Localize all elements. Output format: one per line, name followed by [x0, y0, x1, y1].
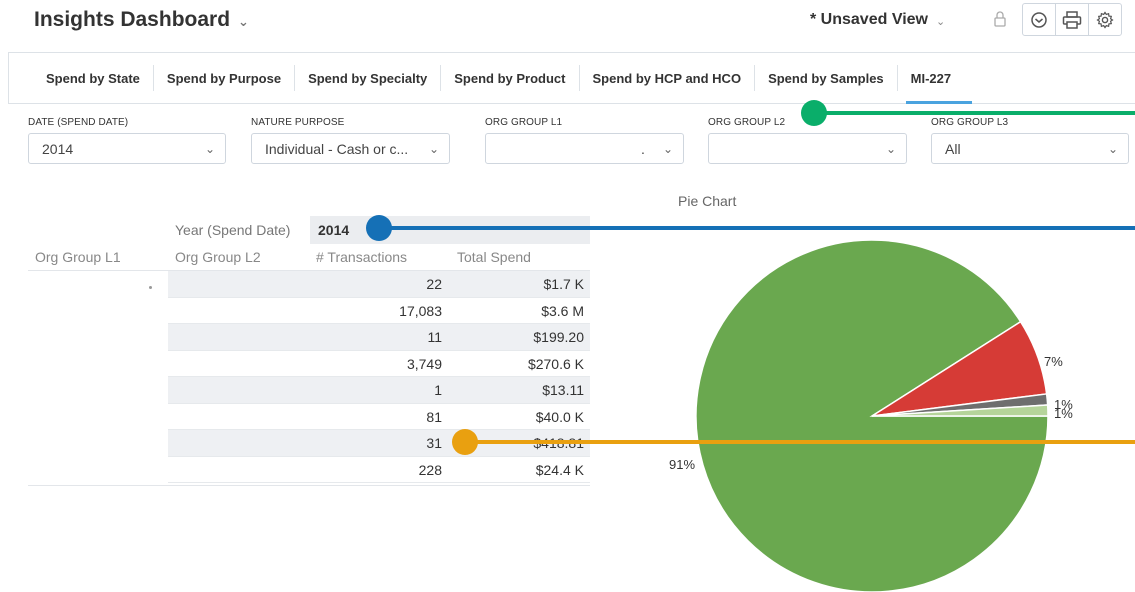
callout-line-orange: [465, 440, 1135, 444]
slice-label: 91%: [669, 457, 695, 472]
callout-line-green: [814, 111, 1135, 115]
callout-marker-blue: [366, 215, 392, 241]
callout-marker-green: [801, 100, 827, 126]
pie-chart: 91%7%1%1%: [669, 239, 1073, 592]
slice-label: 1%: [1054, 406, 1073, 421]
slice-label: 7%: [1044, 354, 1063, 369]
callout-marker-orange: [452, 429, 478, 455]
callout-line-blue: [379, 226, 1135, 230]
